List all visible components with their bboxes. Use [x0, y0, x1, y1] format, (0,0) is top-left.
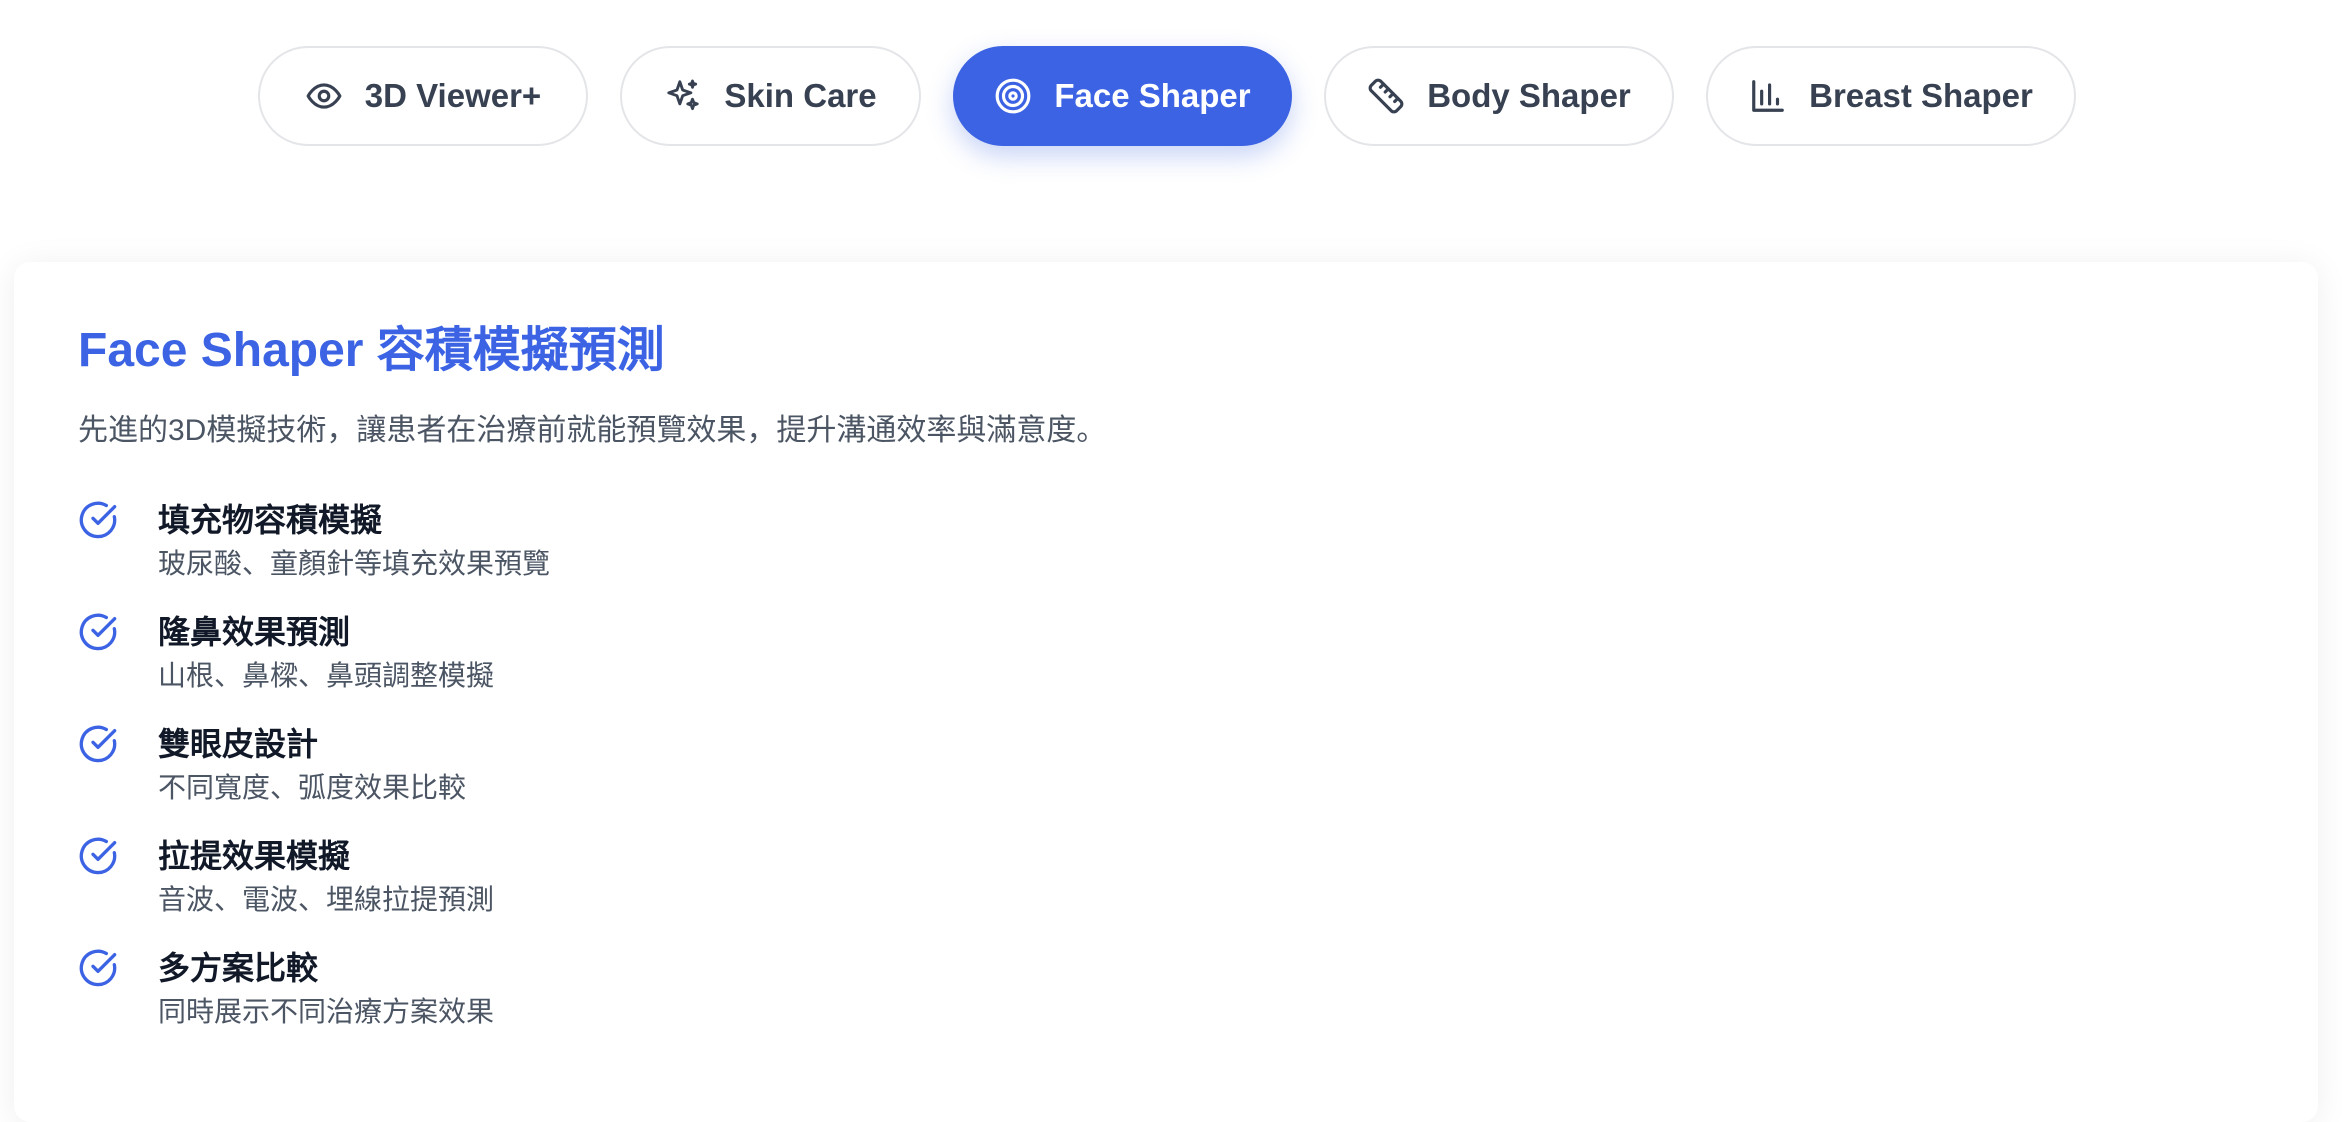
feature-description: 同時展示不同治療方案效果	[158, 996, 495, 1027]
check-circle-icon	[79, 613, 117, 651]
feature-item: 雙眼皮設計 不同寬度、弧度效果比較	[78, 724, 1278, 814]
check-circle-icon	[79, 837, 117, 875]
feature-title: 填充物容積模擬	[158, 502, 383, 538]
panel-title: Face Shaper 容積模擬預測	[78, 324, 665, 377]
feature-title: 隆鼻效果預測	[158, 614, 351, 650]
feature-title: 拉提效果模擬	[158, 838, 351, 874]
tab-body-shaper[interactable]: Body Shaper	[1324, 46, 1674, 146]
tab-skin-care[interactable]: Skin Care	[620, 46, 921, 146]
bar-chart-icon	[1749, 77, 1787, 115]
tab-3d-viewer[interactable]: 3D Viewer+	[258, 46, 588, 146]
feature-title: 多方案比較	[158, 950, 319, 986]
sparkles-icon	[664, 77, 702, 115]
tab-label: Breast Shaper	[1809, 77, 2033, 114]
feature-item: 填充物容積模擬 玻尿酸、童顏針等填充效果預覽	[78, 500, 1278, 590]
feature-description: 山根、鼻樑、鼻頭調整模擬	[158, 660, 495, 691]
target-icon	[994, 77, 1032, 115]
feature-item: 多方案比較 同時展示不同治療方案效果	[78, 948, 1278, 1038]
check-circle-icon	[79, 501, 117, 539]
check-circle-icon	[79, 725, 117, 763]
tab-label: Face Shaper	[1054, 77, 1251, 114]
feature-description: 不同寬度、弧度效果比較	[158, 772, 467, 803]
check-circle-icon	[79, 949, 117, 987]
feature-title: 雙眼皮設計	[158, 726, 319, 762]
feature-description: 玻尿酸、童顏針等填充效果預覽	[158, 548, 551, 579]
tab-label: Skin Care	[724, 77, 877, 114]
feature-item: 隆鼻效果預測 山根、鼻樑、鼻頭調整模擬	[78, 612, 1278, 702]
feature-tabs: 3D Viewer+ Skin Care Face Shaper Body Sh…	[0, 46, 2342, 146]
tab-label: Body Shaper	[1427, 77, 1631, 114]
ruler-icon	[1367, 77, 1405, 115]
panel-description: 先進的3D模擬技術，讓患者在治療前就能預覽效果，提升溝通效率與滿意度。	[78, 414, 1107, 447]
feature-panel: Face Shaper 容積模擬預測 先進的3D模擬技術，讓患者在治療前就能預覽…	[14, 262, 2318, 1122]
tab-label: 3D Viewer+	[364, 77, 542, 114]
tab-breast-shaper[interactable]: Breast Shaper	[1706, 46, 2076, 146]
feature-item: 拉提效果模擬 音波、電波、埋線拉提預測	[78, 836, 1278, 926]
tab-face-shaper[interactable]: Face Shaper	[953, 46, 1292, 146]
eye-icon	[305, 77, 343, 115]
feature-description: 音波、電波、埋線拉提預測	[158, 884, 495, 915]
